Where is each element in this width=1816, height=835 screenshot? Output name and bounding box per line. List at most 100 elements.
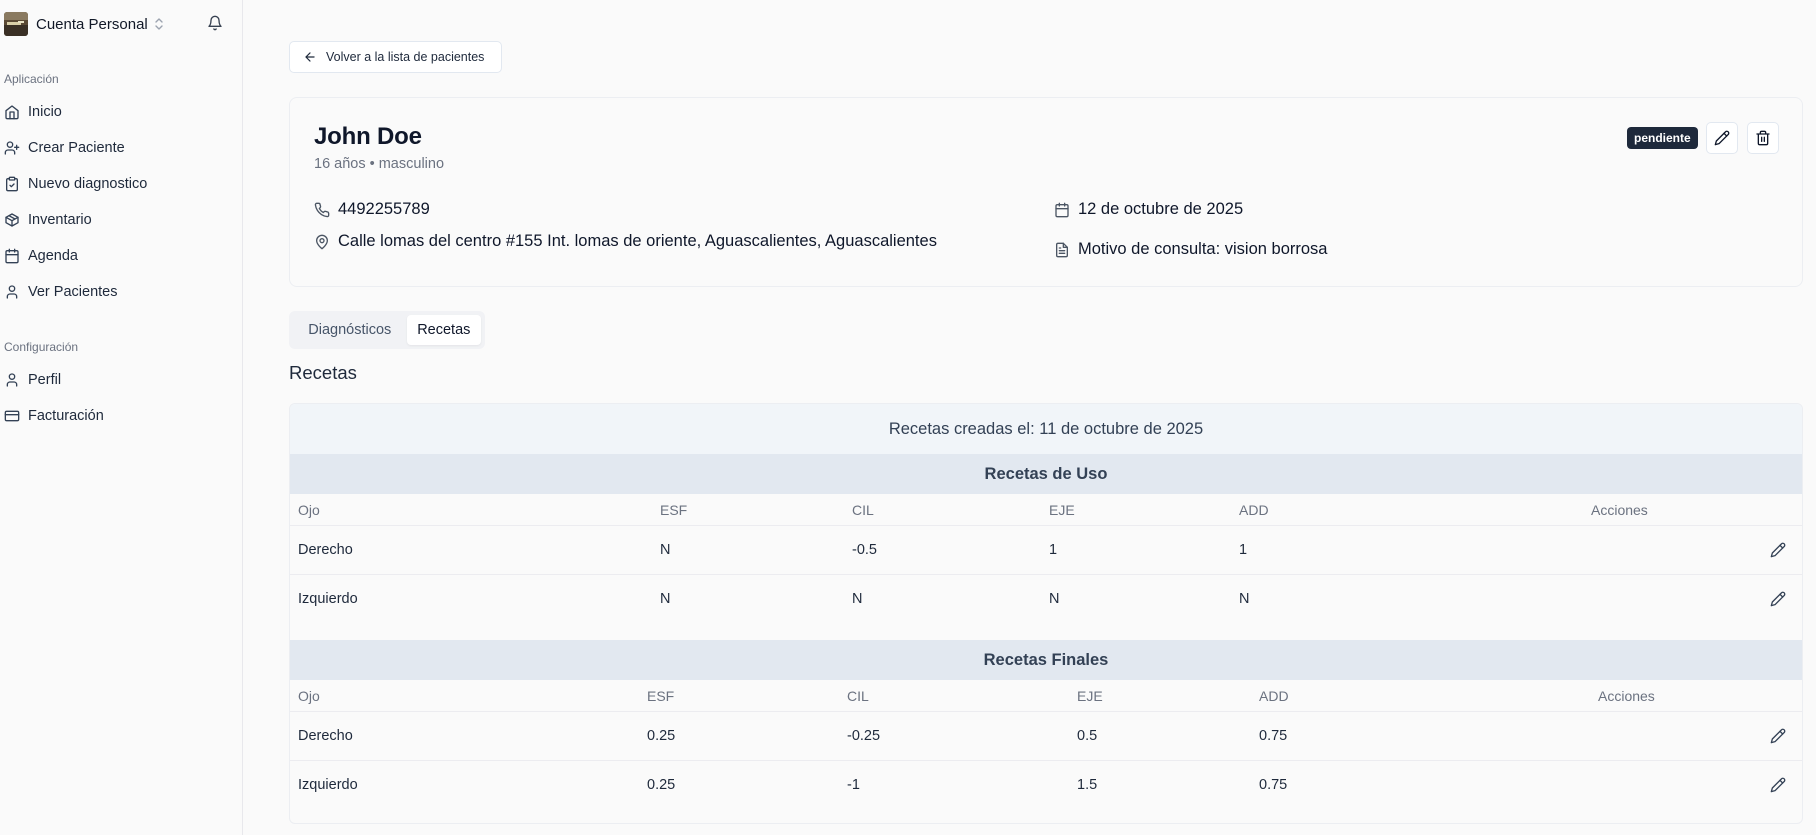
patient-address-text: Calle lomas del centro #155 Int. lomas d…: [338, 232, 937, 250]
phone-icon: [314, 202, 330, 218]
calendar-icon: [4, 248, 20, 264]
account-name: Cuenta Personal: [36, 15, 148, 33]
account-switcher[interactable]: Cuenta Personal: [4, 12, 236, 36]
pencil-icon[interactable]: [1770, 591, 1786, 607]
sidebar-item-agenda[interactable]: Agenda: [4, 244, 234, 268]
table-row: Izquierdo 0.25 -1 1.5 0.75: [290, 761, 1802, 810]
cell-esf: 0.25: [647, 728, 676, 744]
cell-add: N: [1239, 591, 1250, 607]
cell-ojo: Derecho: [298, 542, 353, 558]
sidebar-item-label: Crear Paciente: [28, 140, 125, 156]
sidebar-item-inventario[interactable]: Inventario: [4, 208, 234, 232]
credit-card-icon: [4, 408, 20, 424]
table-row: Derecho 0.25 -0.25 0.5 0.75: [290, 712, 1802, 761]
column-header: ESF: [660, 502, 688, 518]
column-header: Acciones: [1591, 502, 1648, 518]
patient-reason: Motivo de consulta: vision borrosa: [1054, 240, 1327, 259]
table-row: Derecho N -0.5 1 1: [290, 526, 1802, 575]
patient-reason-text: Motivo de consulta: vision borrosa: [1078, 240, 1328, 258]
cell-add: 0.75: [1259, 777, 1288, 793]
user-icon: [4, 284, 20, 300]
cell-eje: N: [1049, 591, 1060, 607]
column-header: EJE: [1077, 688, 1103, 704]
cell-eje: 1: [1049, 542, 1058, 558]
column-header: Ojo: [298, 502, 320, 518]
section-title: Recetas: [289, 362, 357, 383]
cell-ojo: Izquierdo: [298, 777, 358, 793]
tabs: Diagnósticos Recetas: [289, 311, 485, 349]
sidebar-item-nuevo-diagnostico[interactable]: Nuevo diagnostico: [4, 172, 234, 196]
sidebar-item-label: Inicio: [28, 104, 62, 120]
edit-patient-button[interactable]: [1706, 122, 1738, 154]
column-header: ESF: [647, 688, 675, 704]
prescriptions-created-header: Recetas creadas el: 11 de octubre de 202…: [290, 404, 1802, 454]
recetas-uso-title: Recetas de Uso: [290, 454, 1802, 494]
calendar-icon: [1054, 202, 1070, 218]
trash-icon: [1755, 130, 1771, 146]
sidebar-item-facturacion[interactable]: Facturación: [4, 404, 234, 428]
cell-esf: 0.25: [647, 777, 676, 793]
map-pin-icon: [314, 234, 330, 250]
column-header: Ojo: [298, 688, 320, 704]
sidebar: Cuenta Personal Aplicación Inicio Crear …: [0, 0, 243, 835]
user-plus-icon: [4, 140, 20, 156]
created-date: 11 de octubre de 2025: [1039, 419, 1204, 438]
recetas-finales-title: Recetas Finales: [290, 640, 1802, 680]
home-icon: [4, 104, 20, 120]
cell-ojo: Izquierdo: [298, 591, 358, 607]
delete-patient-button[interactable]: [1747, 122, 1779, 154]
status-badge: pendiente: [1627, 127, 1698, 149]
cell-eje: 1.5: [1077, 777, 1098, 793]
column-header: Acciones: [1598, 688, 1655, 704]
clipboard-check-icon: [4, 176, 20, 192]
cell-cil: -1: [847, 777, 860, 793]
sidebar-item-label: Agenda: [28, 248, 78, 264]
sidebar-item-label: Nuevo diagnostico: [28, 176, 148, 192]
created-label: Recetas creadas el:: [888, 419, 1035, 438]
sidebar-item-inicio[interactable]: Inicio: [4, 100, 234, 124]
column-header: EJE: [1049, 502, 1075, 518]
tab-diagnosticos[interactable]: Diagnósticos: [293, 315, 407, 345]
chevron-up-down-icon: [154, 17, 164, 31]
sidebar-item-label: Ver Pacientes: [28, 284, 118, 300]
patient-date: 12 de octubre de 2025: [1054, 200, 1243, 219]
account-avatar: [4, 12, 28, 36]
cell-esf: N: [660, 591, 671, 607]
patient-subtitle: 16 años • masculino: [314, 156, 445, 172]
column-header: CIL: [852, 502, 874, 518]
cell-cil: -0.5: [852, 542, 877, 558]
pencil-icon[interactable]: [1770, 542, 1786, 558]
cell-add: 0.75: [1259, 728, 1288, 744]
tab-recetas[interactable]: Recetas: [406, 315, 481, 345]
sidebar-item-crear-paciente[interactable]: Crear Paciente: [4, 136, 234, 160]
sidebar-item-perfil[interactable]: Perfil: [4, 368, 234, 392]
recetas-uso-header-row: Ojo ESF CIL EJE ADD Acciones: [290, 494, 1802, 526]
pencil-icon[interactable]: [1770, 728, 1786, 744]
patient-phone-text: 4492255789: [338, 200, 430, 218]
group-label-configuracion: Configuración: [4, 340, 79, 354]
patient-name: John Doe: [314, 123, 422, 150]
cell-cil: N: [852, 591, 863, 607]
sidebar-item-ver-pacientes[interactable]: Ver Pacientes: [4, 280, 234, 304]
table-row: Izquierdo N N N N: [290, 575, 1802, 624]
bell-icon[interactable]: [207, 15, 223, 31]
column-header: CIL: [847, 688, 869, 704]
recetas-finales-header-row: Ojo ESF CIL EJE ADD Acciones: [290, 680, 1802, 712]
patient-address: Calle lomas del centro #155 Int. lomas d…: [314, 232, 937, 251]
cell-eje: 0.5: [1077, 728, 1098, 744]
patient-phone: 4492255789: [314, 200, 430, 219]
cell-add: 1: [1239, 542, 1248, 558]
sidebar-item-label: Perfil: [28, 372, 62, 388]
sidebar-item-label: Facturación: [28, 408, 104, 424]
pencil-icon: [1714, 130, 1730, 146]
column-header: ADD: [1259, 688, 1289, 704]
arrow-left-icon: [303, 50, 317, 64]
group-label-aplicacion: Aplicación: [4, 72, 59, 86]
patient-date-text: 12 de octubre de 2025: [1078, 200, 1244, 218]
patient-card: John Doe 16 años • masculino pendiente 4…: [289, 97, 1803, 287]
cell-esf: N: [660, 542, 671, 558]
file-text-icon: [1054, 242, 1070, 258]
user-icon: [4, 372, 20, 388]
pencil-icon[interactable]: [1770, 777, 1786, 793]
back-to-patients-button[interactable]: Volver a la lista de pacientes: [289, 41, 502, 73]
